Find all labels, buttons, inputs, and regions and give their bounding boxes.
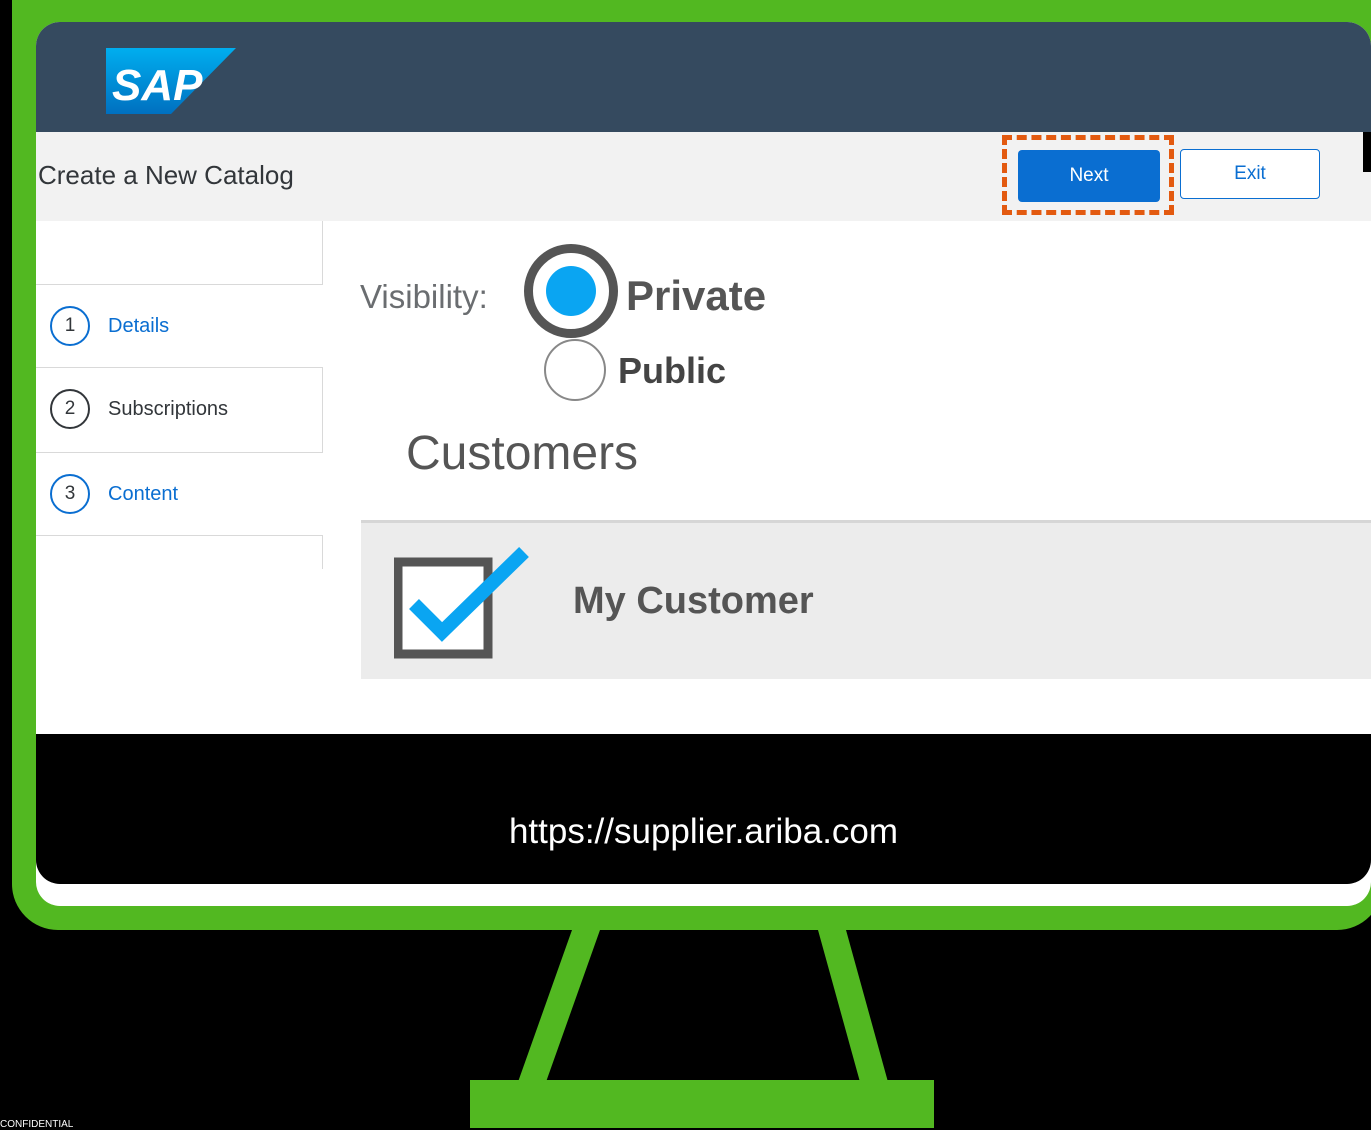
step-label: Subscriptions — [108, 397, 229, 420]
page-title: Create a New Catalog — [38, 160, 294, 190]
next-button[interactable]: Next — [1018, 150, 1160, 202]
customers-title: Customers — [406, 427, 639, 480]
monitor-stand-base — [470, 1080, 934, 1128]
step-number: 2 — [50, 389, 90, 429]
step-number: 3 — [50, 474, 90, 514]
radio-public-label[interactable]: Public — [618, 350, 726, 392]
radio-private-label[interactable]: Private — [626, 272, 766, 320]
app-content: Create a New Catalog Next Exit 1 Details… — [36, 22, 1371, 906]
step-label: Details — [108, 314, 170, 337]
step-details[interactable]: 1 Details — [36, 284, 323, 368]
radio-public[interactable] — [544, 339, 606, 401]
url-text: https://supplier.ariba.com — [508, 812, 899, 851]
customer-checkbox[interactable] — [394, 542, 534, 662]
step-subscriptions[interactable]: 2 Subscriptions — [36, 368, 322, 450]
exit-button[interactable]: Exit — [1180, 149, 1320, 199]
step-content[interactable]: 3 Content — [36, 452, 323, 536]
radio-private[interactable] — [524, 244, 618, 338]
customer-label: My Customer — [573, 580, 814, 622]
radio-selected-dot — [546, 266, 596, 316]
url-bar — [36, 734, 1371, 884]
step-label: Content — [108, 482, 179, 505]
confidential-note: CONFIDENTIAL — [0, 1119, 74, 1130]
step-number: 1 — [50, 306, 90, 346]
visibility-label: Visibility: — [360, 278, 488, 315]
